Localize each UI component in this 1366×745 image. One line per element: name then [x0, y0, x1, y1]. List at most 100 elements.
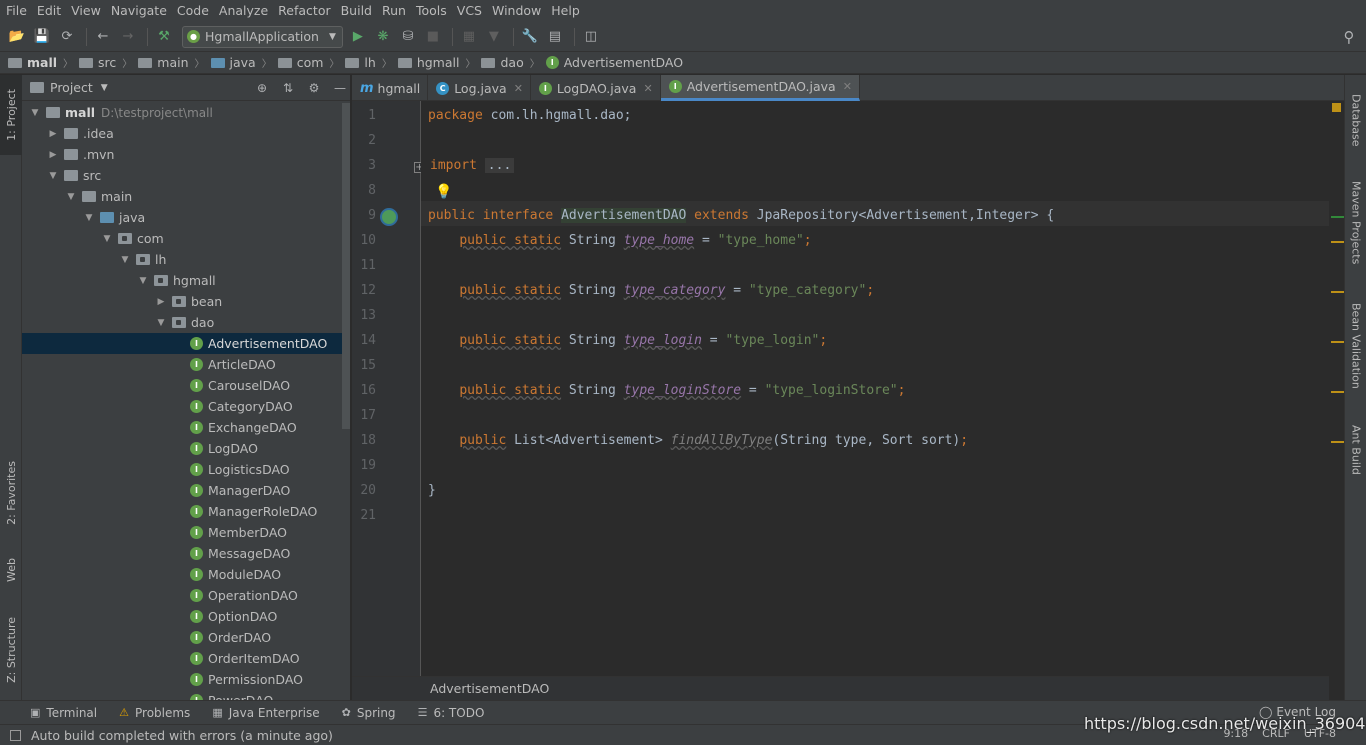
menu-navigate[interactable]: Navigate — [106, 0, 172, 22]
tree-item-interface[interactable]: ▶ICategoryDAO — [22, 396, 342, 417]
sync-icon[interactable]: ⟳ — [56, 26, 78, 48]
chevron-right-icon[interactable]: ▶ — [154, 297, 168, 307]
stripe-mark[interactable] — [1331, 216, 1344, 218]
chevron-down-icon[interactable]: ▼ — [118, 255, 132, 265]
tool-tab-web[interactable]: Web — [0, 545, 22, 595]
close-icon[interactable]: ✕ — [514, 82, 523, 95]
editor-gutter[interactable]: 1 2 3 8 9 10 11 12 13 14 15 16 17 18 19 … — [352, 101, 425, 676]
breadcrumb-item-main[interactable]: main 〉 — [138, 55, 210, 70]
tree-item-interface[interactable]: ▶IOperationDAO — [22, 585, 342, 606]
menu-view[interactable]: View — [66, 0, 106, 22]
menu-run[interactable]: Run — [377, 0, 411, 22]
tree-item-folder[interactable]: ▼ mall D:\testproject\mall — [22, 102, 342, 123]
build-hammer-icon[interactable]: ⚒ — [153, 26, 175, 48]
chevron-down-icon[interactable]: ▼ — [136, 276, 150, 286]
tree-item-interface[interactable]: ▶IManagerRoleDAO — [22, 501, 342, 522]
menu-edit[interactable]: Edit — [32, 0, 66, 22]
tree-item-interface[interactable]: ▶IMessageDAO — [22, 543, 342, 564]
menu-build[interactable]: Build — [336, 0, 377, 22]
error-stripe-bar[interactable] — [1329, 101, 1344, 676]
tool-tab-favorites[interactable]: 2: Favorites — [0, 450, 22, 535]
stripe-mark[interactable] — [1331, 241, 1344, 243]
sdk-manager-icon[interactable]: ◫ — [580, 26, 602, 48]
implemented-by-icon[interactable] — [380, 208, 398, 226]
tool-tab-maven-projects[interactable]: Maven Projects — [1345, 170, 1366, 275]
tree-item-interface[interactable]: ▶IOrderItemDAO — [22, 648, 342, 669]
folded-imports[interactable]: ... — [484, 158, 515, 173]
tree-item-folder[interactable]: ▼ hgmall — [22, 270, 342, 291]
tree-item-interface[interactable]: ▶IOptionDAO — [22, 606, 342, 627]
tool-tab-ant-build[interactable]: Ant Build — [1345, 415, 1366, 485]
editor-breadcrumb[interactable]: AdvertisementDAO — [352, 676, 1329, 700]
chevron-down-icon[interactable]: ▼ — [64, 192, 78, 202]
tool-tab-structure[interactable]: Z: Structure — [0, 605, 22, 695]
menu-code[interactable]: Code — [172, 0, 214, 22]
tab-advertisementdao-java[interactable]: I AdvertisementDAO.java ✕ — [660, 75, 860, 101]
run-configuration-select[interactable]: ● HgmallApplication ▼ — [182, 25, 343, 48]
chevron-right-icon[interactable]: ▶ — [46, 150, 60, 160]
tool-tab-todo[interactable]: ☰ 6: TODO — [418, 706, 485, 720]
save-all-icon[interactable]: 💾 — [31, 26, 53, 48]
breadcrumb-item-hgmall[interactable]: hgmall 〉 — [397, 55, 482, 70]
tree-item-interface[interactable]: ▶IPowerDAO — [22, 690, 342, 700]
tree-item-folder[interactable]: ▼ main — [22, 186, 342, 207]
tab-logdao-java[interactable]: I LogDAO.java ✕ — [531, 75, 661, 101]
warning-indicator-icon[interactable] — [1332, 103, 1341, 112]
vcs-update-icon[interactable]: ▦ — [458, 26, 480, 48]
tree-item-interface[interactable]: ▶IAdvertisementDAO — [22, 333, 342, 354]
run-icon[interactable]: ▶ — [347, 26, 369, 48]
tree-item-interface[interactable]: ▶IMemberDAO — [22, 522, 342, 543]
tree-item-folder[interactable]: ▼ java — [22, 207, 342, 228]
breadcrumb-item-dao[interactable]: dao 〉 — [481, 55, 545, 70]
menu-file[interactable]: File — [0, 0, 32, 22]
chevron-down-icon[interactable]: ▼ — [100, 234, 114, 244]
chevron-down-icon[interactable]: ▼ — [28, 108, 42, 118]
tool-tab-bean-validation[interactable]: Bean Validation — [1345, 293, 1366, 398]
menu-analyze[interactable]: Analyze — [214, 0, 273, 22]
open-folder-icon[interactable]: 📂 — [6, 26, 28, 48]
close-icon[interactable]: ✕ — [643, 82, 652, 95]
breadcrumb-item-advertisementdao[interactable]: I AdvertisementDAO — [545, 55, 683, 70]
chevron-down-icon[interactable]: ▼ — [154, 318, 168, 328]
code-editor[interactable]: package com.lh.hgmall.dao; import ... 💡 … — [421, 101, 1329, 676]
chevron-right-icon[interactable]: ▶ — [46, 129, 60, 139]
tool-tab-java-enterprise[interactable]: ▦ Java Enterprise — [212, 706, 319, 720]
tool-tab-terminal[interactable]: ▣ Terminal — [30, 706, 97, 720]
menu-window[interactable]: Window — [487, 0, 546, 22]
run-coverage-icon[interactable]: ⛁ — [397, 26, 419, 48]
collapse-all-icon[interactable]: ⇅ — [278, 81, 298, 95]
vcs-commit-icon[interactable]: ▼ — [483, 26, 505, 48]
tree-item-folder[interactable]: ▼ dao — [22, 312, 342, 333]
project-tree-scrollbar[interactable] — [342, 103, 350, 429]
tree-item-folder[interactable]: ▶ bean — [22, 291, 342, 312]
menu-refactor[interactable]: Refactor — [273, 0, 335, 22]
lightbulb-icon[interactable]: 💡 — [435, 184, 452, 200]
gear-icon[interactable]: ⚙ — [304, 81, 324, 95]
forward-arrow-icon[interactable]: → — [117, 26, 139, 48]
tree-item-interface[interactable]: ▶IManagerDAO — [22, 480, 342, 501]
stripe-mark[interactable] — [1331, 291, 1344, 293]
tab-log-java[interactable]: C Log.java ✕ — [428, 75, 531, 101]
menu-tools[interactable]: Tools — [411, 0, 452, 22]
tree-item-interface[interactable]: ▶ILogDAO — [22, 438, 342, 459]
chevron-down-icon[interactable]: ▼ — [82, 213, 96, 223]
minimize-icon[interactable]: — — [330, 81, 350, 95]
settings-wrench-icon[interactable]: 🔧 — [519, 26, 541, 48]
debug-bug-icon[interactable]: ❋ — [372, 26, 394, 48]
tree-item-folder[interactable]: ▼ com — [22, 228, 342, 249]
stripe-mark[interactable] — [1331, 341, 1344, 343]
status-message[interactable]: Auto build completed with errors (a minu… — [31, 728, 333, 743]
tree-item-folder[interactable]: ▶ .idea — [22, 123, 342, 144]
project-view-select[interactable]: Project ▼ — [30, 80, 108, 95]
breadcrumb-item-lh[interactable]: lh 〉 — [345, 55, 397, 70]
tree-item-interface[interactable]: ▶IPermissionDAO — [22, 669, 342, 690]
menu-vcs[interactable]: VCS — [452, 0, 487, 22]
tree-item-folder[interactable]: ▼ lh — [22, 249, 342, 270]
tool-tab-spring[interactable]: ✿ Spring — [342, 706, 396, 720]
back-arrow-icon[interactable]: ← — [92, 26, 114, 48]
toggle-tool-windows-icon[interactable] — [10, 729, 21, 741]
tree-item-interface[interactable]: ▶IOrderDAO — [22, 627, 342, 648]
tree-item-interface[interactable]: ▶IArticleDAO — [22, 354, 342, 375]
breadcrumb-item-mall[interactable]: mall 〉 — [8, 55, 79, 70]
tab-hgmall[interactable]: m hgmall — [352, 75, 429, 101]
